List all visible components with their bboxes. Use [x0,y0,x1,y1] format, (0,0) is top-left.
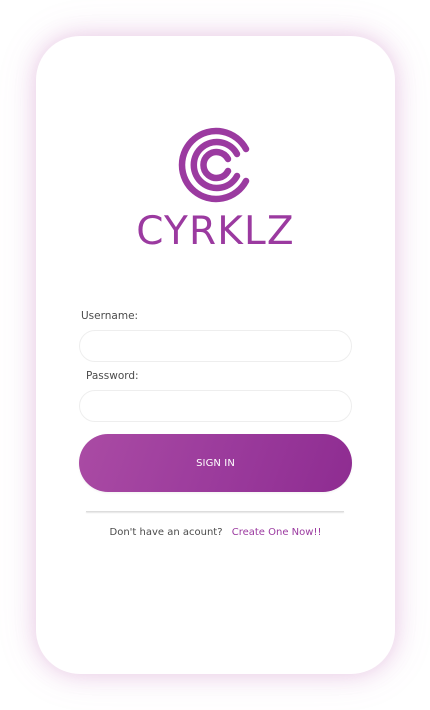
login-screen: CYRKLZ Username: Password: SIGN IN Don't… [0,0,430,710]
username-label: Username: [81,310,139,322]
username-input[interactable] [79,330,352,362]
sign-in-button[interactable]: SIGN IN [79,434,352,492]
brand-title: CYRKLZ [136,209,295,254]
signup-prompt: Don't have an acount? [109,527,223,538]
signup-row: Don't have an acount? Create One Now!! [36,527,395,539]
form-divider [86,511,344,512]
password-input[interactable] [79,390,352,422]
create-account-link[interactable]: Create One Now!! [232,527,322,538]
login-card: CYRKLZ Username: Password: SIGN IN Don't… [36,36,395,674]
concentric-c-rings-logo-icon [178,127,250,203]
password-label: Password: [86,370,139,382]
